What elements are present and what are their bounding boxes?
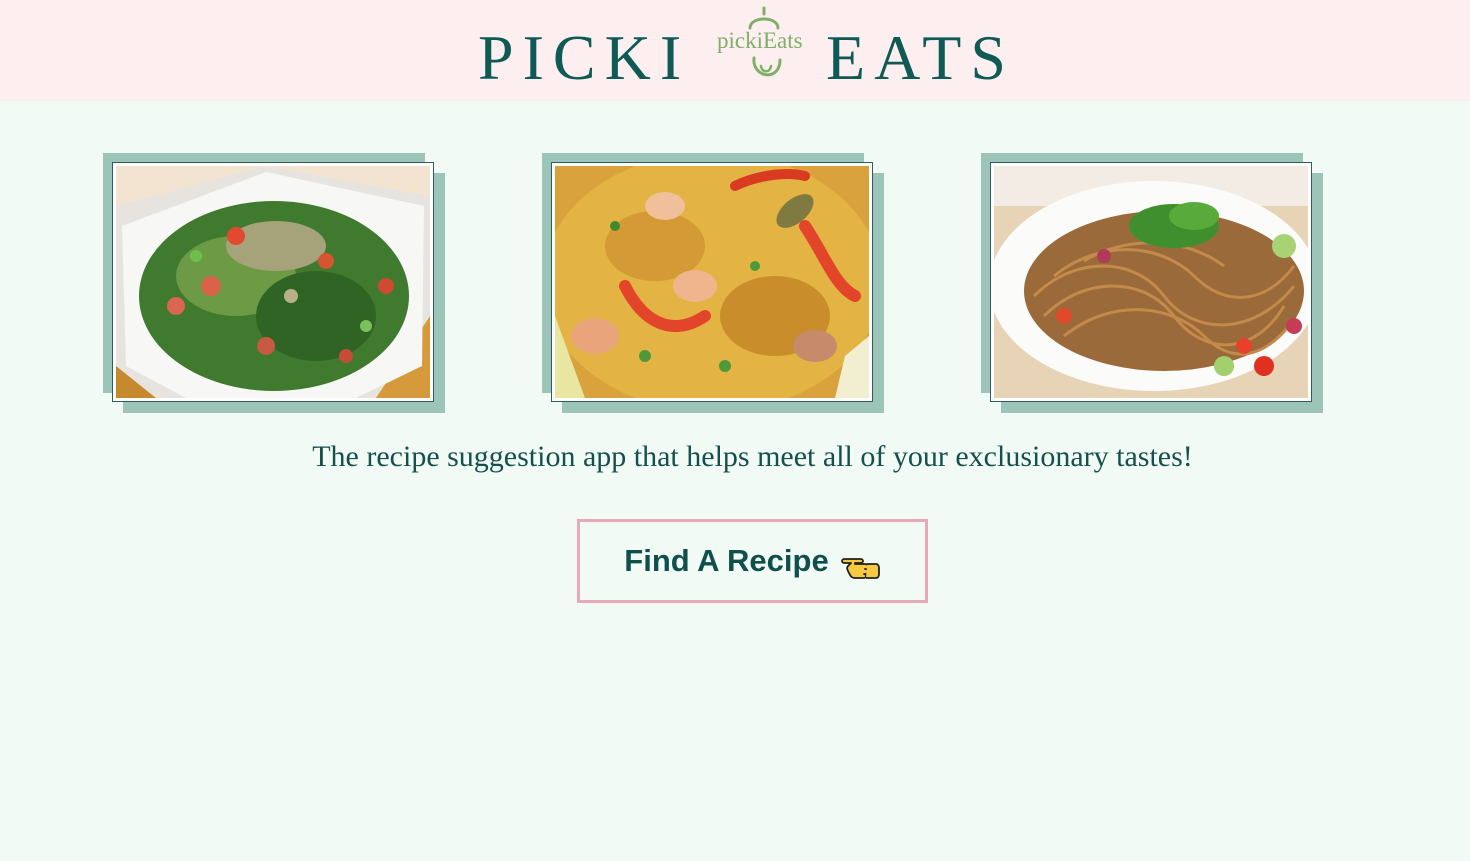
find-recipe-label: Find A Recipe [624, 543, 829, 578]
tabbouleh-salad-photo [103, 153, 445, 413]
find-recipe-button[interactable]: Find A Recipe [577, 519, 928, 603]
picki-eats-logo[interactable]: pickiEats [714, 6, 818, 86]
noodle-salad-image [994, 166, 1308, 398]
tagline: The recipe suggestion app that helps mee… [312, 440, 1193, 473]
paella-image [555, 166, 869, 398]
logo-wordmark: pickiEats [717, 28, 803, 53]
photo-frame [112, 162, 434, 402]
photo-frame [551, 162, 873, 402]
photo-frame [990, 162, 1312, 402]
brand-title-right: EATS [826, 22, 1015, 93]
paella-photo [542, 153, 884, 413]
site-header: PICKI pickiEats EATS [0, 0, 1470, 101]
noodle-salad-photo [981, 153, 1323, 413]
tabbouleh-image [116, 166, 430, 398]
pointing-hand-icon [840, 550, 881, 580]
brand-title-left: PICKI [478, 22, 691, 93]
